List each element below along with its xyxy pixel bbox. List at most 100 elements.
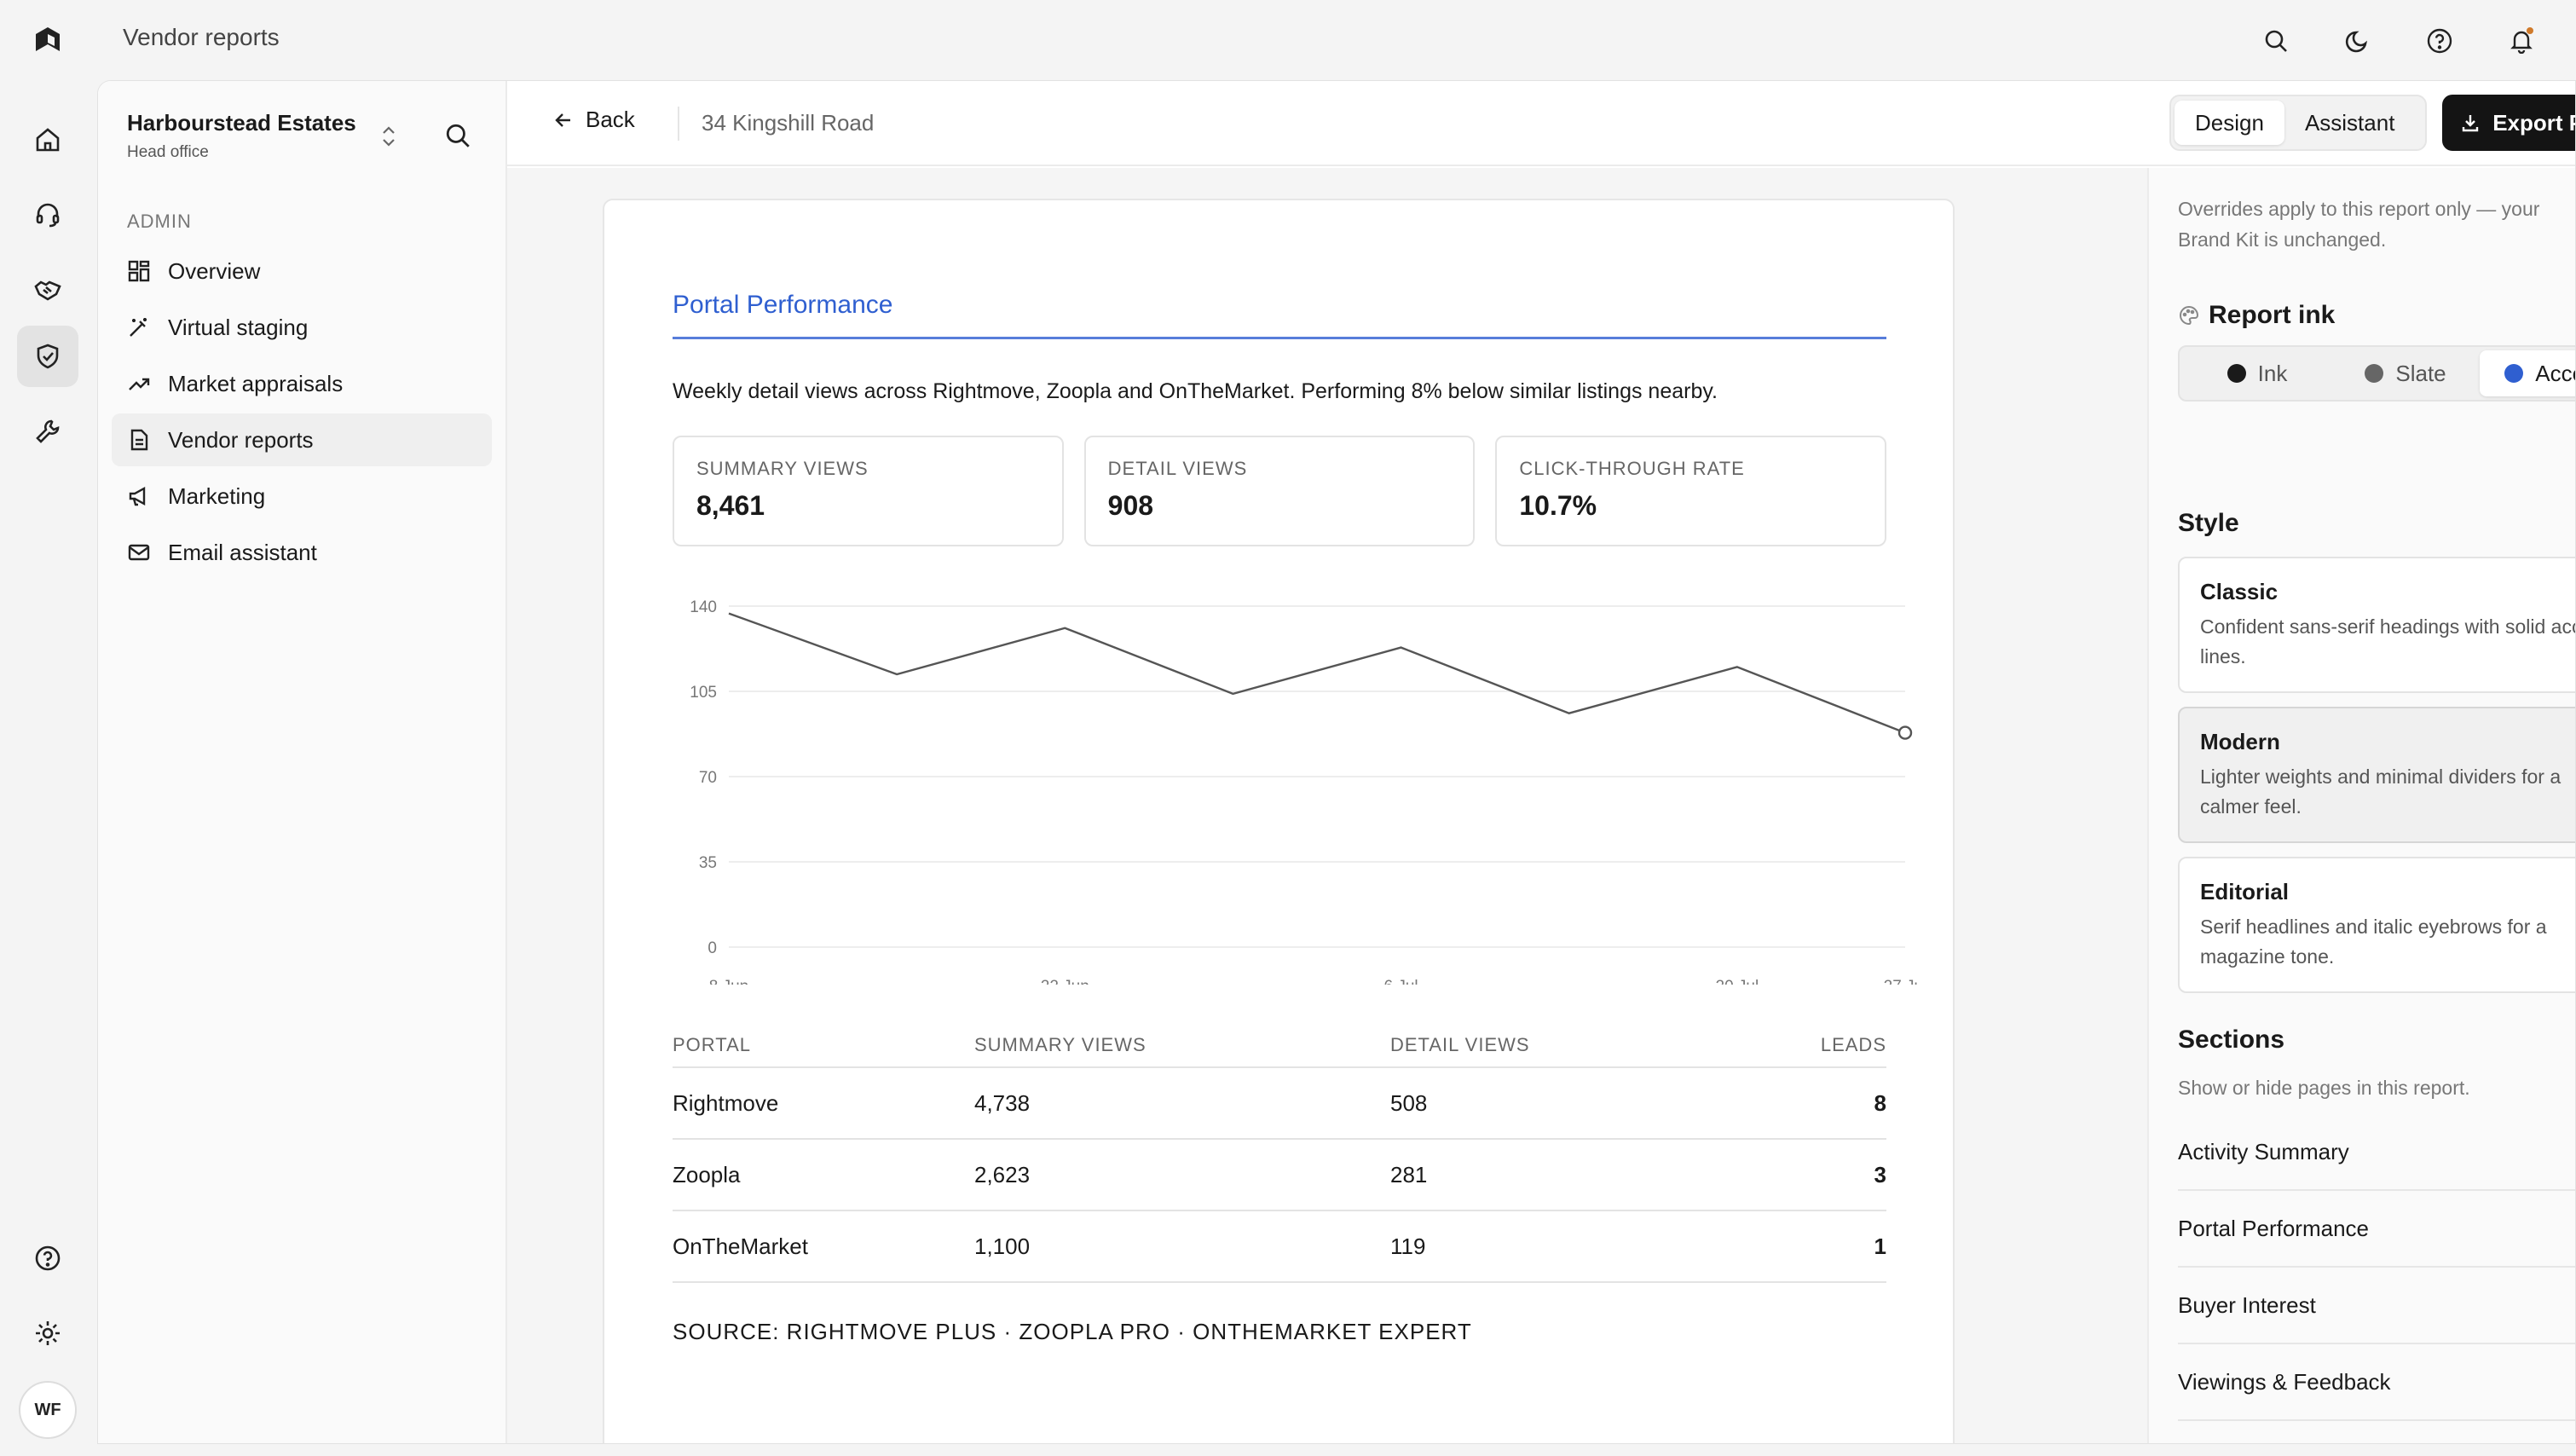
kpi-value: 908 (1107, 490, 1154, 521)
shield-check-icon[interactable] (17, 326, 78, 387)
main-shell: Harbourstead Estates Head office ADMIN O… (97, 80, 2576, 1444)
column-header: DETAIL VIEWS (1390, 1034, 1530, 1055)
x-tick-label: 6 Jul (1384, 978, 1418, 985)
sidebar-item-vendor-reports[interactable]: Vendor reports (112, 413, 492, 466)
design-panel: Overrides apply to this report only — yo… (2147, 168, 2576, 1443)
title-accent-rule (673, 337, 1886, 339)
export-label: Export PDF (2492, 109, 2575, 136)
ink-swatch (2365, 364, 2384, 383)
app-logo-icon[interactable] (31, 22, 65, 56)
table-cell: Zoopla (673, 1161, 741, 1187)
download-icon (2463, 115, 2479, 132)
ink-option-ink[interactable]: Ink (2183, 350, 2331, 396)
report-canvas: Portal Performance Weekly detail views a… (507, 168, 2147, 1443)
table-cell: Rightmove (673, 1089, 779, 1116)
kpi-label: DETAIL VIEWS (1107, 458, 1248, 479)
content-header: Back 34 Kingshill Road Design Assistant … (507, 81, 2575, 166)
search-icon[interactable] (2255, 20, 2296, 61)
sidebar-search-icon[interactable] (444, 122, 471, 153)
help-icon[interactable] (2419, 20, 2460, 61)
kpi-row: SUMMARY VIEWS 8,461 DETAIL VIEWS 908 CLI… (673, 436, 1887, 546)
export-pdf-button[interactable]: Export PDF (2442, 95, 2575, 151)
sidebar-item-email-assistant[interactable]: Email assistant (112, 526, 492, 579)
style-card-classic[interactable]: Classic Confident sans-serif headings wi… (2178, 557, 2576, 693)
ink-swatch (2227, 364, 2246, 383)
style-heading: Style (2178, 509, 2239, 537)
user-avatar[interactable]: WF (19, 1381, 77, 1439)
y-tick-label: 140 (690, 598, 717, 616)
table-cell: 1 (1874, 1233, 1886, 1259)
section-row[interactable]: Viewings & Feedback (2178, 1344, 2575, 1421)
data-source-note: SOURCE: RIGHTMOVE PLUS · ZOOPLA PRO · ON… (673, 1319, 1472, 1344)
kpi-card: CLICK-THROUGH RATE 10.7% (1495, 436, 1887, 546)
handshake-icon[interactable] (17, 259, 78, 321)
column-header: LEADS (1820, 1034, 1886, 1055)
sidebar: Harbourstead Estates Head office ADMIN O… (98, 81, 507, 1443)
nav-section-label: ADMIN (127, 211, 192, 232)
megaphone-icon (129, 486, 146, 506)
back-button[interactable]: Back (553, 107, 635, 133)
home-icon[interactable] (17, 109, 78, 170)
y-tick-label: 0 (708, 939, 717, 957)
style-description: Lighter weights and minimal dividers for… (2200, 766, 2562, 818)
style-card-editorial[interactable]: Editorial Serif headlines and italic eye… (2178, 857, 2575, 993)
section-label: Buyer Interest (2178, 1291, 2316, 1318)
table-cell: 119 (1390, 1233, 1426, 1259)
back-label: Back (586, 107, 635, 132)
headset-support-icon[interactable] (17, 184, 78, 246)
sidebar-item-label: Vendor reports (168, 426, 314, 453)
section-row[interactable]: Portal Performance (2178, 1191, 2575, 1268)
palette-icon (2180, 305, 2199, 326)
tab-assistant[interactable]: Assistant (2284, 101, 2416, 145)
style-card-modern[interactable]: Modern Lighter weights and minimal divid… (2178, 707, 2575, 843)
column-header: SUMMARY VIEWS (974, 1034, 1146, 1055)
org-name: Harbourstead Estates (127, 110, 356, 136)
x-tick-label: 22 Jun (1041, 978, 1089, 985)
ink-swatch (2504, 364, 2524, 383)
trending-up-icon (129, 378, 150, 390)
sidebar-item-label: Marketing (168, 482, 266, 509)
section-row[interactable]: Buyer Interest (2178, 1268, 2575, 1344)
portal-table: PORTAL SUMMARY VIEWS DETAIL VIEWS LEADS … (673, 1024, 1886, 1283)
left-rail: WF (0, 78, 95, 1456)
kpi-label: CLICK-THROUGH RATE (1519, 458, 1745, 479)
app-title: Vendor reports (123, 24, 280, 50)
sidebar-item-marketing[interactable]: Marketing (112, 470, 492, 523)
style-title: Classic (2200, 579, 2279, 604)
tab-design[interactable]: Design (2175, 101, 2284, 145)
dark-mode-moon-icon[interactable] (2337, 20, 2378, 61)
sidebar-item-label: Market appraisals (168, 370, 344, 396)
org-switcher[interactable]: Harbourstead Estates Head office (127, 110, 356, 162)
settings-gear-icon[interactable] (17, 1303, 78, 1364)
sidebar-item-virtual-staging[interactable]: Virtual staging (112, 301, 492, 354)
help-circle-icon[interactable] (17, 1228, 78, 1289)
wrench-tools-icon[interactable] (17, 401, 78, 462)
header-divider (678, 107, 679, 141)
kpi-card: SUMMARY VIEWS 8,461 (673, 436, 1064, 546)
document-icon (130, 429, 148, 451)
chevron-up-down-icon[interactable] (379, 125, 398, 152)
grid-icon (128, 260, 150, 282)
table-cell: 8 (1874, 1089, 1886, 1116)
style-description: Confident sans-serif headings with solid… (2200, 615, 2576, 667)
ink-option-accent[interactable]: Accent (2480, 350, 2575, 396)
org-subtitle: Head office (127, 143, 209, 161)
sidebar-nav: Overview Virtual staging Market appraisa… (112, 245, 492, 582)
sidebar-item-overview[interactable]: Overview (112, 245, 492, 298)
report-ink-title: Report ink (2209, 301, 2336, 329)
ink-option-slate[interactable]: Slate (2331, 350, 2480, 396)
kpi-label: SUMMARY VIEWS (696, 458, 869, 479)
sidebar-item-label: Virtual staging (168, 314, 309, 340)
sections-list: Activity Summary Portal Performance Buyer … (2178, 1114, 2575, 1443)
section-row[interactable]: Activity Summary (2178, 1114, 2575, 1191)
sidebar-item-market-appraisals[interactable]: Market appraisals (112, 357, 492, 410)
series-line (728, 612, 1906, 734)
section-label: Viewings & Feedback (2178, 1368, 2391, 1395)
notifications-bell-icon[interactable] (2501, 20, 2542, 61)
kpi-value: 10.7% (1519, 490, 1597, 521)
sections-heading: Sections (2178, 1026, 2285, 1054)
y-tick-label: 105 (690, 684, 717, 702)
sidebar-item-label: Email assistant (168, 539, 317, 565)
section-row[interactable]: Offers (2178, 1421, 2575, 1443)
overrides-note: Overrides apply to this report only — yo… (2178, 198, 2540, 251)
